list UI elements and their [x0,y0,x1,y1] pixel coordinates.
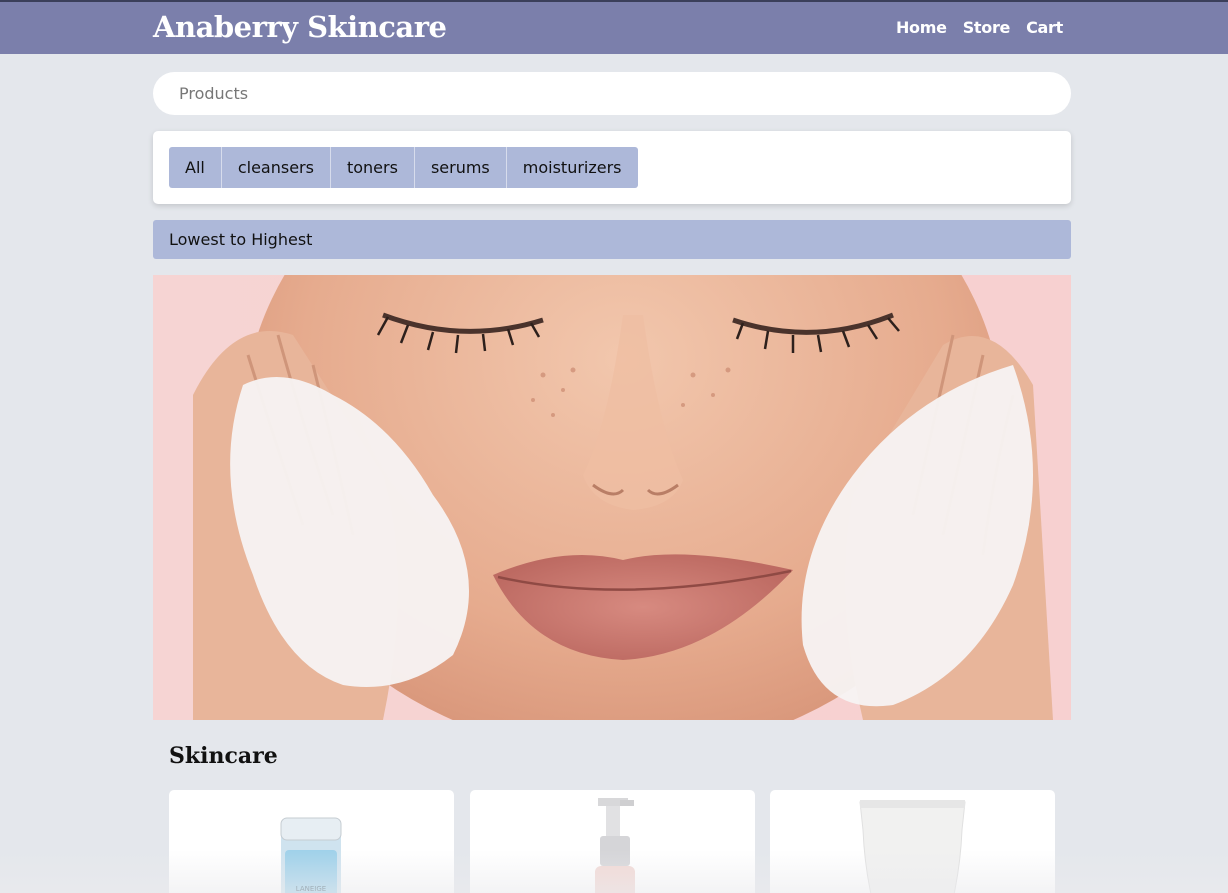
nav-store-link[interactable]: Store [963,18,1011,37]
product-card[interactable] [770,790,1055,893]
bottle-brand-label: LANEIGE [296,885,326,893]
product-card[interactable]: LANEIGE [169,790,454,893]
sort-order-select[interactable]: Lowest to Highest [153,220,1071,259]
filter-toners-button[interactable]: toners [330,147,415,188]
navbar: Anaberry Skincare Home Store Cart [0,0,1228,54]
filter-all-button[interactable]: All [169,147,222,188]
nav-links: Home Store Cart [896,18,1063,37]
filter-serums-button[interactable]: serums [414,147,507,188]
filter-moisturizers-button[interactable]: moisturizers [506,147,638,188]
blue-bottle-product-image: LANEIGE [280,817,342,893]
hero-image [153,275,1071,720]
nav-cart-link[interactable]: Cart [1026,18,1063,37]
category-filter-card: All cleansers toners serums moisturizers [153,131,1071,204]
filter-cleansers-button[interactable]: cleansers [221,147,331,188]
section-title: Skincare [169,743,278,769]
white-tube-product-image [859,800,966,893]
category-button-group: All cleansers toners serums moisturizers [169,147,638,188]
nav-home-link[interactable]: Home [896,18,947,37]
search-input[interactable] [153,72,1071,115]
pump-bottle-product-image [595,798,635,893]
hero-face-illustration [153,275,1071,720]
brand-logo[interactable]: Anaberry Skincare [153,10,447,44]
product-card[interactable] [470,790,755,893]
